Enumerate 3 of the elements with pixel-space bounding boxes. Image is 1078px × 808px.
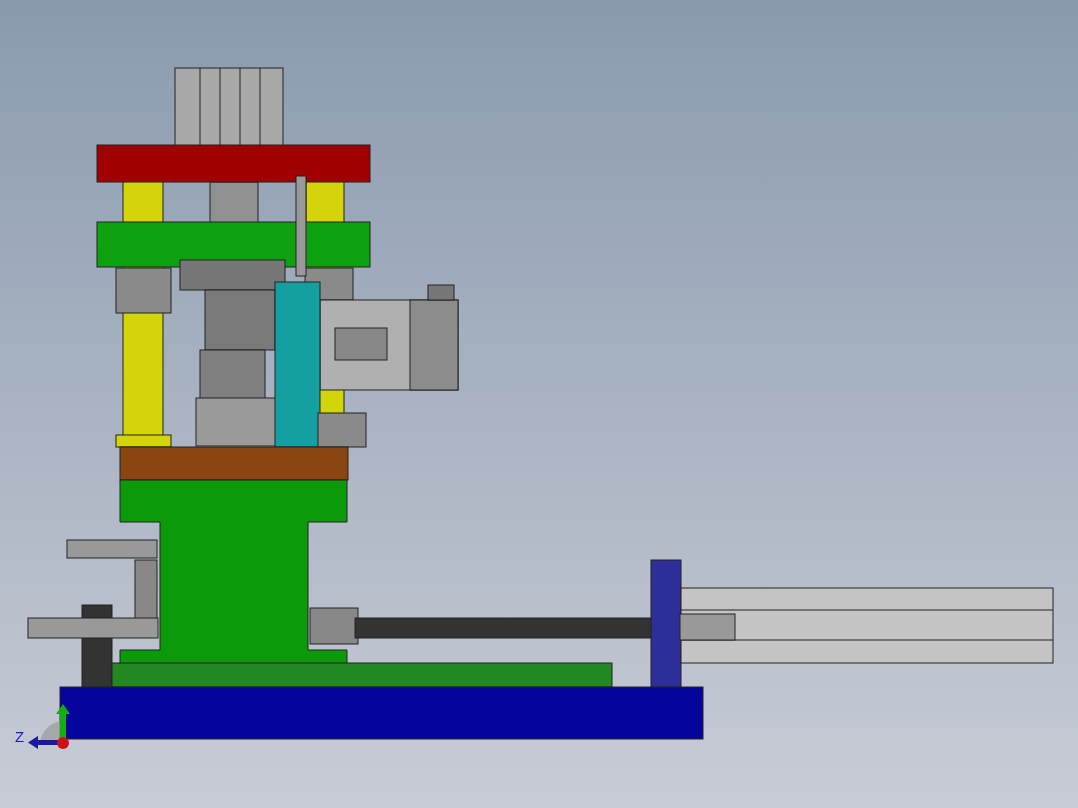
model-viewport[interactable]: Z <box>0 0 1078 808</box>
z-axis-label: Z <box>15 729 25 745</box>
axis-triad-drawing <box>28 704 70 749</box>
